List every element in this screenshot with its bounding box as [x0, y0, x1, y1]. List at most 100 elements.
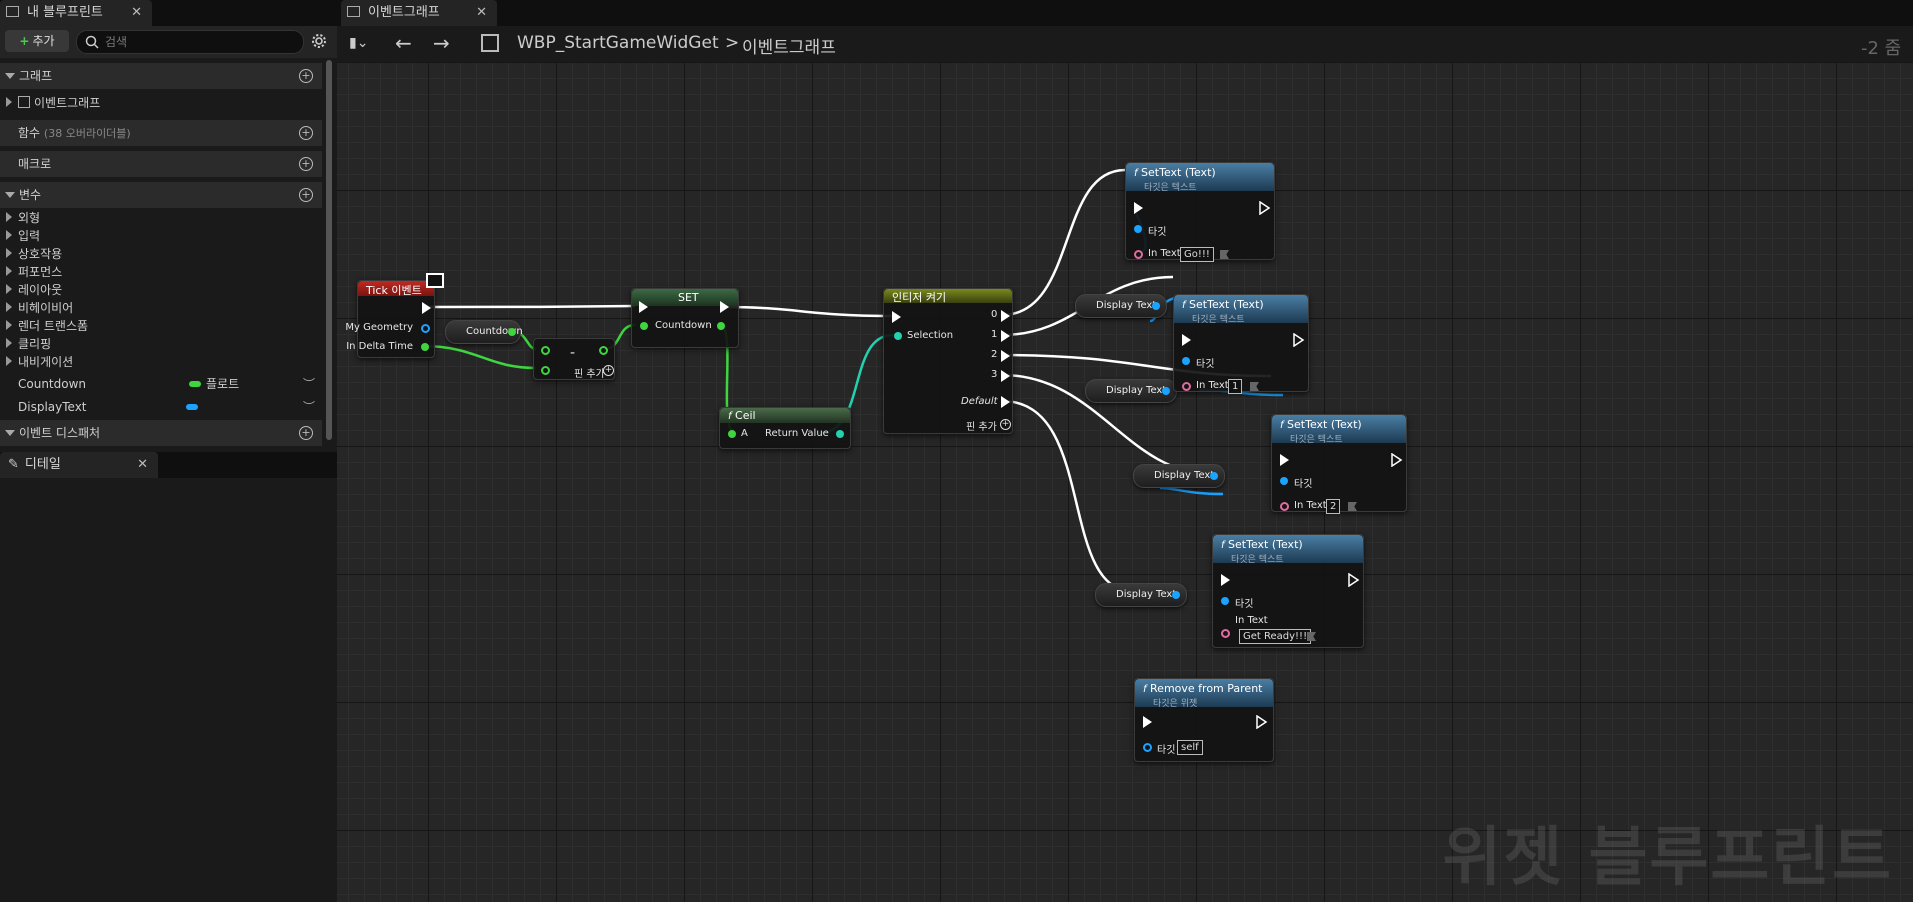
close-icon[interactable]: ✕	[131, 0, 142, 26]
settext-go-node[interactable]: f SetText (Text) 타깃은 텍스트 타깃 In Text Go!!…	[1125, 162, 1275, 262]
exec-out-0-pin[interactable]	[1001, 310, 1010, 322]
countdown-in-pin[interactable]	[640, 322, 648, 330]
variable-displaytext[interactable]: DisplayText ︶	[0, 398, 322, 416]
remove-from-parent-node[interactable]: f Remove from Parent 타깃은 위젯 타깃 self	[1134, 678, 1274, 762]
display-text-out-pin[interactable]	[1172, 591, 1180, 599]
close-icon[interactable]: ✕	[476, 0, 487, 26]
tab-eventgraph[interactable]: 이벤트그래프 ✕	[341, 0, 497, 26]
exec-in-pin[interactable]	[1143, 716, 1152, 728]
localize-flag-icon[interactable]	[1307, 632, 1316, 641]
variable-countdown[interactable]: Countdown 플로트 ︶	[0, 375, 322, 393]
exec-in-pin[interactable]	[1134, 202, 1143, 214]
input-a-pin[interactable]	[541, 346, 550, 355]
back-arrow-icon[interactable]: ←	[395, 31, 412, 55]
settext-1-node[interactable]: f SetText (Text) 타깃은 텍스트 타깃 In Text 1	[1173, 294, 1309, 394]
display-text-getter-node[interactable]: Display Text	[1095, 583, 1187, 607]
graph-item-eventgraph[interactable]: 이벤트그래프	[0, 94, 322, 112]
exec-out-pin[interactable]	[1293, 333, 1305, 347]
variable-category-7[interactable]: 클리핑	[0, 335, 322, 353]
exec-out-2-pin[interactable]	[1001, 350, 1010, 362]
variable-category-6[interactable]: 렌더 트랜스폼	[0, 317, 322, 335]
in-text-pin[interactable]	[1182, 382, 1191, 391]
target-pin[interactable]	[1221, 597, 1229, 605]
target-pin[interactable]	[1182, 357, 1190, 365]
return-value-pin[interactable]	[836, 430, 844, 438]
plus-circle-icon[interactable]: +	[603, 365, 614, 376]
in-text-pin[interactable]	[1134, 250, 1143, 259]
add-button[interactable]: + 추가	[5, 30, 69, 52]
settext-get-ready-node[interactable]: f SetText (Text) 타깃은 텍스트 타깃 In Text Get …	[1212, 534, 1364, 648]
variable-category-0[interactable]: 외형	[0, 209, 322, 227]
exec-out-pin[interactable]	[1256, 715, 1268, 729]
selection-pin[interactable]	[894, 332, 902, 340]
display-text-getter-node[interactable]: Display Text	[1133, 464, 1225, 488]
in-text-value[interactable]: 2	[1326, 499, 1341, 514]
localize-flag-icon[interactable]	[1348, 502, 1357, 511]
geometry-pin[interactable]	[421, 324, 430, 333]
eye-icon[interactable]: ︶	[303, 398, 315, 416]
display-text-getter-node[interactable]: Display Text	[1085, 379, 1177, 403]
set-node[interactable]: SET Countdown	[631, 288, 739, 348]
gear-icon[interactable]	[311, 33, 327, 49]
countdown-out-pin[interactable]	[717, 322, 725, 330]
variable-category-4[interactable]: 레이아웃	[0, 281, 322, 299]
countdown-getter-node[interactable]: Countdown	[445, 320, 523, 344]
exec-in-pin[interactable]	[1280, 454, 1289, 466]
forward-arrow-icon[interactable]: →	[433, 31, 450, 55]
section-functions[interactable]: 함수 (38 오버라이더블) +	[0, 120, 322, 146]
breadcrumb-graph[interactable]: 이벤트그래프	[742, 33, 836, 58]
exec-out-3-pin[interactable]	[1001, 370, 1010, 382]
exec-out-default-pin[interactable]	[1001, 396, 1010, 408]
exec-out-pin[interactable]	[1391, 453, 1403, 467]
add-graph-icon[interactable]: +	[299, 69, 313, 83]
add-dispatcher-icon[interactable]: +	[299, 426, 313, 440]
variable-category-8[interactable]: 내비게이션	[0, 353, 322, 371]
graph-canvas[interactable]: Tick 이벤트 My Geometry In Delta Time Count…	[337, 62, 1913, 902]
breadcrumb-blueprint[interactable]: WBP_StartGameWidGet	[517, 33, 719, 53]
variable-category-1[interactable]: 입력	[0, 227, 322, 245]
bookmark-icon[interactable]: ▮⌄	[349, 35, 368, 51]
input-b-pin[interactable]	[541, 366, 550, 375]
exec-out-1-pin[interactable]	[1001, 330, 1010, 342]
target-pin[interactable]	[1143, 743, 1152, 752]
in-text-value[interactable]: 1	[1228, 379, 1243, 394]
add-variable-icon[interactable]: +	[299, 188, 313, 202]
target-value[interactable]: self	[1177, 740, 1203, 755]
add-pin-button[interactable]: 핀 추가	[574, 365, 605, 380]
tick-event-node[interactable]: Tick 이벤트 My Geometry In Delta Time	[345, 280, 435, 358]
close-icon[interactable]: ✕	[137, 452, 148, 478]
localize-flag-icon[interactable]	[1220, 250, 1229, 259]
add-macro-icon[interactable]: +	[299, 157, 313, 171]
display-text-out-pin[interactable]	[1210, 472, 1218, 480]
display-text-out-pin[interactable]	[1152, 302, 1160, 310]
delta-time-pin[interactable]	[421, 343, 429, 351]
display-text-out-pin[interactable]	[1162, 387, 1170, 395]
section-variables[interactable]: 변수 +	[0, 182, 322, 208]
plus-circle-icon[interactable]: +	[1000, 419, 1011, 430]
settext-2-node[interactable]: f SetText (Text) 타깃은 텍스트 타깃 In Text 2	[1271, 414, 1407, 514]
section-event-dispatchers[interactable]: 이벤트 디스패처 +	[0, 420, 322, 446]
variable-category-2[interactable]: 상호작용	[0, 245, 322, 263]
localize-flag-icon[interactable]	[1250, 382, 1259, 391]
exec-in-pin[interactable]	[892, 311, 901, 323]
target-pin[interactable]	[1134, 225, 1142, 233]
add-pin-button[interactable]: 핀 추가	[966, 418, 997, 433]
scrollbar[interactable]	[326, 60, 332, 440]
exec-in-pin[interactable]	[639, 301, 648, 313]
exec-in-pin[interactable]	[1182, 334, 1191, 346]
tab-my-blueprint[interactable]: 내 블루프린트 ✕	[0, 0, 152, 26]
input-a-pin[interactable]	[728, 430, 736, 438]
in-text-pin[interactable]	[1280, 502, 1289, 511]
switch-on-int-node[interactable]: 인티저 켜기 Selection 0 1 2 3 Default 핀 추가 +	[883, 288, 1013, 434]
in-text-pin[interactable]	[1221, 629, 1230, 638]
exec-in-pin[interactable]	[1221, 574, 1230, 586]
target-pin[interactable]	[1280, 477, 1288, 485]
eye-icon[interactable]: ︶	[303, 375, 315, 393]
exec-out-pin[interactable]	[720, 301, 729, 313]
tab-details[interactable]: ✎ 디테일 ✕	[0, 452, 158, 478]
search-box[interactable]	[76, 30, 304, 54]
add-function-icon[interactable]: +	[299, 126, 313, 140]
countdown-out-pin[interactable]	[508, 328, 516, 336]
variable-category-5[interactable]: 비헤이비어	[0, 299, 322, 317]
output-pin[interactable]	[599, 346, 608, 355]
